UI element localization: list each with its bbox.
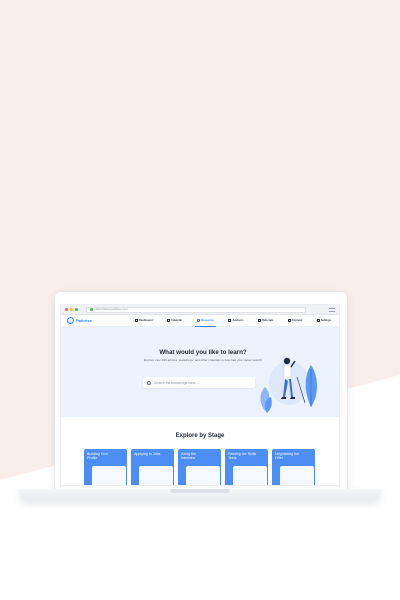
referrals-icon (258, 319, 262, 322)
explore-title: Explore by Stage (175, 433, 225, 439)
stage-card-skills-tests[interactable]: Passing the Skills Tests (225, 449, 268, 485)
nav-item-connect[interactable]: Connect (286, 315, 304, 327)
skills-test-illustration-icon (233, 466, 267, 485)
brand-name: Pathrise (76, 318, 92, 323)
nav-item-referrals[interactable]: Referrals (256, 315, 275, 327)
url-text: https://beta.pathrise.com (95, 307, 128, 311)
knowledge-search-input[interactable]: Search the knowledge base... (143, 377, 255, 388)
search-placeholder: Search the knowledge base... (154, 380, 199, 385)
stage-card-interview[interactable]: Acing the Interview (178, 449, 221, 485)
person-thinking-illustration (260, 357, 317, 413)
connect-icon (287, 319, 291, 322)
hero-section: What would you like to learn? Explore ov… (61, 327, 339, 417)
lock-icon (90, 308, 93, 311)
application-illustration-icon (139, 466, 173, 485)
stage-card-negotiating[interactable]: Negotiating the Offer (272, 449, 315, 485)
hero-text: What would you like to learn? Explore ov… (143, 349, 263, 363)
advisors-icon (228, 319, 232, 322)
resources-icon (196, 318, 200, 322)
nav-item-advisors[interactable]: Advisors (226, 315, 245, 327)
nav-items: Dashboard Calendar Resources Advisors Re… (133, 315, 333, 327)
stage-card-applying[interactable]: Applying to Jobs (131, 449, 174, 485)
pathrise-logo-icon (67, 317, 74, 324)
nav-item-calendar[interactable]: Calendar (165, 315, 184, 327)
stage-cards: Building Your Profile Applying to Jobs A… (84, 449, 318, 485)
brand[interactable]: Pathrise (67, 317, 133, 324)
nav-item-dashboard[interactable]: Dashboard (133, 315, 155, 327)
minimize-dot-icon[interactable] (70, 308, 73, 311)
hero-title: What would you like to learn? (159, 349, 247, 356)
calendar-icon (167, 319, 171, 322)
nav-item-settings[interactable]: Settings (315, 315, 333, 327)
laptop-base-notch (170, 489, 230, 493)
maximize-dot-icon[interactable] (75, 308, 78, 311)
nav-item-resources[interactable]: Resources (194, 315, 216, 327)
browser-menu-icon[interactable] (329, 307, 335, 312)
dashboard-icon (135, 319, 138, 322)
negotiation-illustration-icon (280, 466, 314, 485)
laptop-screen: https://beta.pathrise.com Pathrise Dashb… (60, 304, 340, 486)
url-bar[interactable]: https://beta.pathrise.com (86, 306, 306, 313)
stage-card-building-profile[interactable]: Building Your Profile (84, 449, 127, 485)
profile-illustration-icon (92, 466, 126, 485)
app-navbar: Pathrise Dashboard Calendar Resources Ad… (61, 315, 339, 327)
interview-illustration-icon (186, 466, 220, 485)
settings-icon (316, 319, 320, 322)
close-dot-icon[interactable] (65, 308, 68, 311)
hero-subtitle: Explore over 100 articles, workshops, an… (144, 358, 262, 362)
browser-chrome: https://beta.pathrise.com (61, 305, 339, 315)
search-icon (147, 380, 151, 385)
